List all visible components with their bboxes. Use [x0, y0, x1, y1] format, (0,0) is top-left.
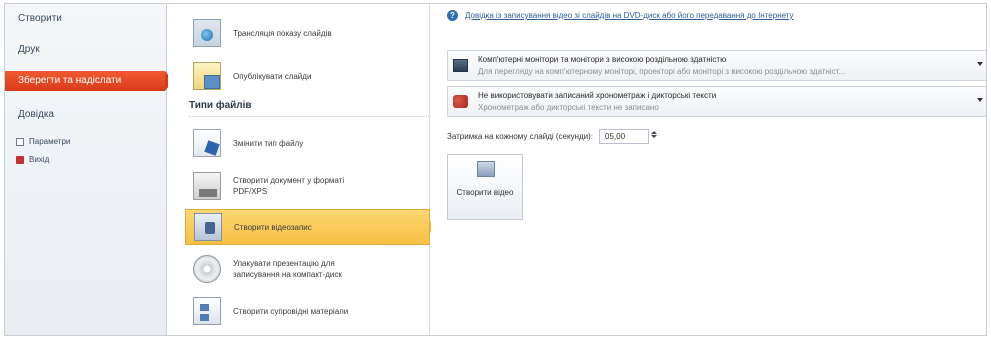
pdf-document-icon: [193, 172, 221, 200]
option-create-video[interactable]: Створити відеозапис: [185, 209, 436, 245]
nav-sub-exit[interactable]: Вихід: [16, 153, 49, 167]
slide-delay-spinner[interactable]: [650, 130, 658, 143]
option-label: Створити супровідні матеріали: [233, 306, 349, 316]
exit-icon: [16, 156, 24, 164]
backstage-nav: Створити Друк Зберегти та надіслати Дові…: [5, 4, 173, 335]
dropdown-description: Хронометраж або дикторські тексти не зап…: [478, 103, 659, 112]
option-label: Трансляція показу слайдів: [233, 28, 332, 38]
create-video-panel: ? Довідка із записування відео зі слайді…: [431, 4, 986, 335]
option-package-cd[interactable]: Упакувати презентацію для записування на…: [185, 249, 430, 289]
publish-slides-icon: [193, 62, 221, 90]
create-video-button-label: Створити відео: [456, 188, 514, 197]
option-label: Опублікувати слайди: [233, 71, 312, 81]
section-title-file-types: Типи файлів: [189, 100, 252, 111]
cd-icon: [193, 255, 221, 283]
nav-item-create[interactable]: Створити: [5, 9, 167, 29]
option-change-file-type[interactable]: Змінити тип файлу: [185, 123, 430, 163]
option-label: Створити документ у форматі PDF/XPS: [233, 176, 345, 196]
broadcast-icon: [193, 19, 221, 47]
nav-item-help[interactable]: Довідка: [5, 105, 167, 125]
monitor-icon: [453, 59, 468, 72]
help-icon: ?: [447, 10, 458, 21]
create-video-icon: [477, 161, 495, 177]
option-label: Змінити тип файлу: [233, 138, 304, 148]
nav-item-print[interactable]: Друк: [5, 40, 167, 60]
slide-delay-input[interactable]: 05,00: [599, 129, 658, 144]
options-icon: [16, 138, 24, 146]
dropdown-description: Для перегляду на комп'ютерному моніторі,…: [478, 67, 846, 76]
option-create-pdf-xps[interactable]: Створити документ у форматі PDF/XPS: [185, 166, 430, 206]
dropdown-title: Не використовувати записаний хронометраж…: [478, 91, 717, 100]
option-create-handouts[interactable]: Створити супровідні матеріали: [185, 291, 430, 331]
change-file-type-icon: [193, 129, 221, 157]
option-publish-slides[interactable]: Опублікувати слайди: [185, 56, 430, 96]
help-row: ? Довідка із записування відео зі слайді…: [447, 10, 794, 21]
video-quality-dropdown[interactable]: Комп'ютерні монітори та монітори з висок…: [447, 50, 986, 81]
option-broadcast-slideshow[interactable]: Трансляція показу слайдів: [185, 13, 430, 53]
chevron-down-icon: [977, 98, 983, 102]
nav-sub-options[interactable]: Параметри: [16, 135, 70, 149]
help-link[interactable]: Довідка із записування відео зі слайдів …: [465, 11, 794, 20]
backstage-window: Створити Друк Зберегти та надіслати Дові…: [4, 3, 987, 336]
slide-delay-row: Затримка на кожному слайді (секунди): 05…: [447, 129, 658, 144]
slide-delay-value: 05,00: [605, 132, 626, 141]
save-send-options: Трансляція показу слайдів Опублікувати с…: [168, 4, 436, 335]
spin-up-icon[interactable]: [651, 131, 658, 134]
chevron-down-icon: [977, 62, 983, 66]
video-icon: [194, 213, 222, 241]
timings-narrations-dropdown[interactable]: Не використовувати записаний хронометраж…: [447, 86, 986, 117]
microphone-icon: [453, 95, 468, 108]
nav-sub-exit-label: Вихід: [29, 155, 50, 164]
nav-sub-options-label: Параметри: [29, 137, 71, 146]
spin-down-icon[interactable]: [651, 135, 658, 138]
section-divider: [189, 116, 429, 117]
nav-item-save-send[interactable]: Зберегти та надіслати: [5, 71, 173, 91]
option-label: Упакувати презентацію для записування на…: [233, 259, 342, 279]
create-video-button[interactable]: Створити відео: [447, 154, 523, 220]
slide-delay-label: Затримка на кожному слайді (секунди):: [447, 132, 594, 141]
handouts-icon: [193, 297, 221, 325]
dropdown-title: Комп'ютерні монітори та монітори з висок…: [478, 55, 727, 64]
option-label: Створити відеозапис: [234, 222, 312, 232]
